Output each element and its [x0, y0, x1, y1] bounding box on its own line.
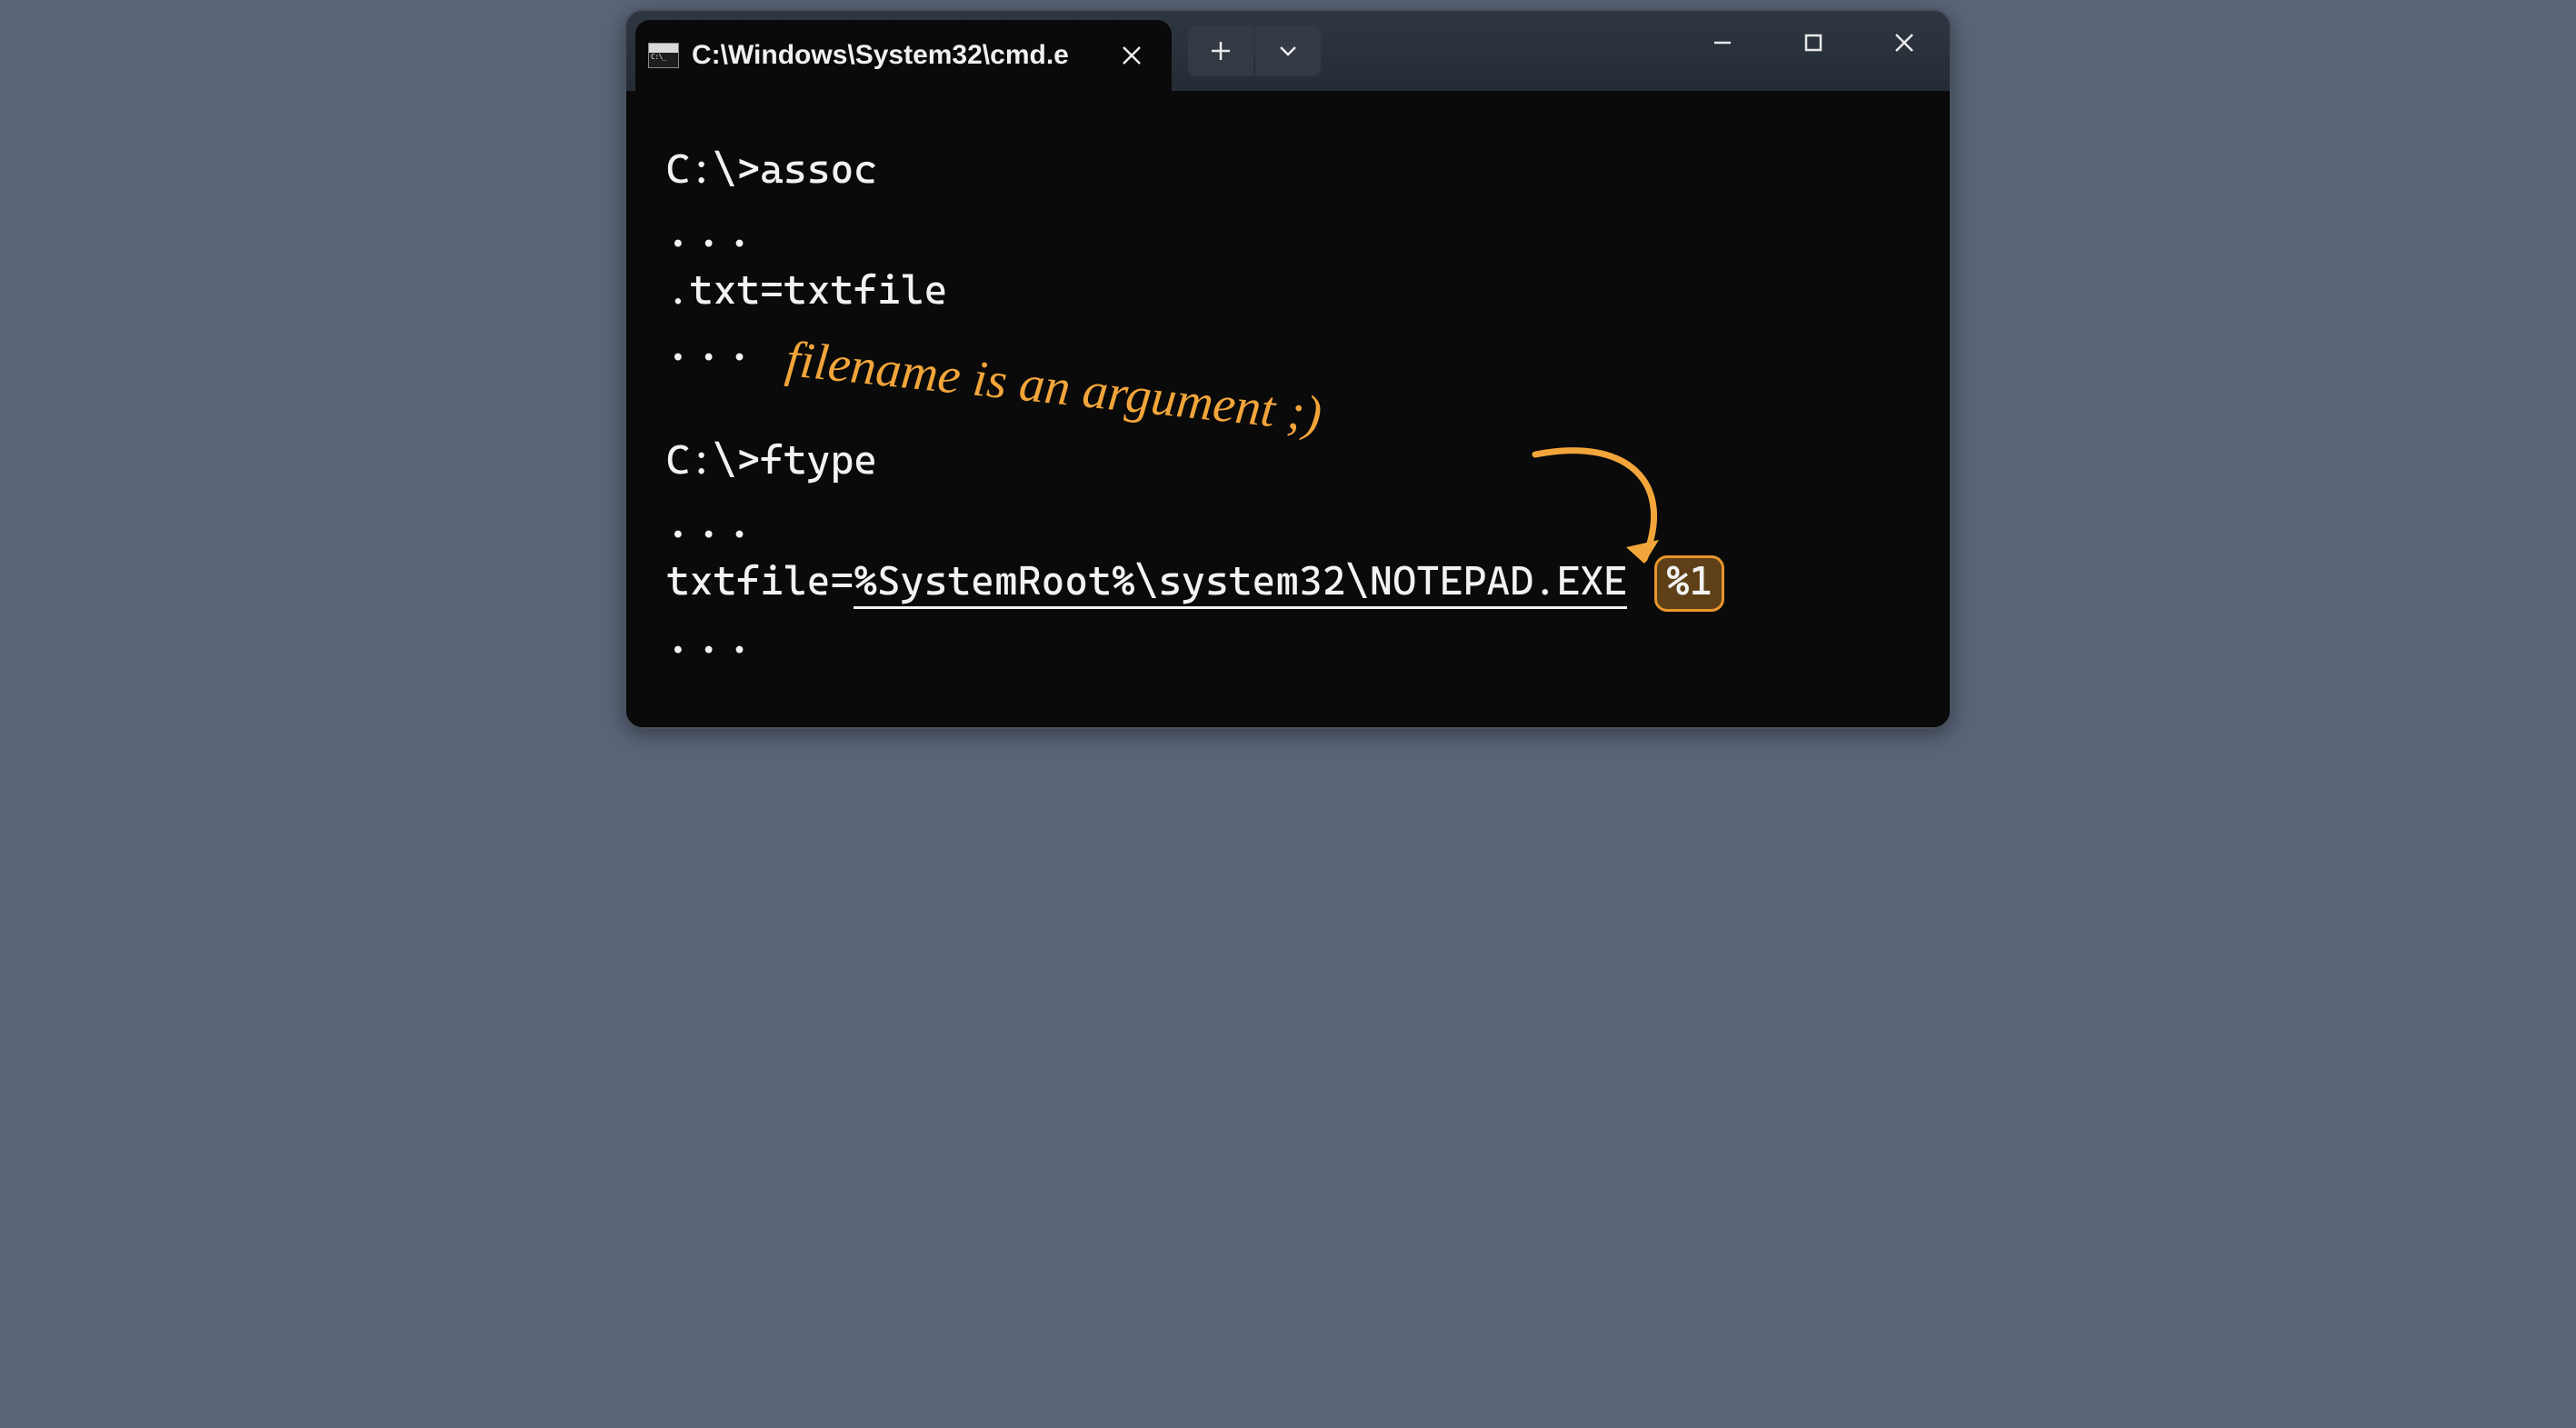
close-window-button[interactable]: [1859, 11, 1950, 75]
terminal-line: ...: [666, 612, 1913, 668]
minimize-button[interactable]: [1677, 11, 1768, 75]
close-icon: [1122, 45, 1142, 65]
active-tab[interactable]: C:\Windows\System32\cmd.e: [635, 20, 1172, 91]
tabs-dropdown-button[interactable]: [1255, 25, 1321, 76]
terminal-line: .txt=txtfile: [666, 263, 1913, 319]
cmd-icon: [648, 43, 679, 68]
prompt: C:\>: [666, 437, 760, 484]
prompt: C:\>: [666, 146, 760, 193]
minimize-icon: [1712, 33, 1732, 53]
terminal-line: txtfile=%SystemRoot%\system32\NOTEPAD.EX…: [666, 554, 1913, 612]
tabstrip-controls: [1188, 25, 1321, 76]
output-prefix: txtfile=: [666, 558, 854, 604]
terminal-line: ...: [666, 496, 1913, 553]
plus-icon: [1209, 39, 1233, 63]
command-text: assoc: [760, 146, 877, 193]
tab-title: C:\Windows\System32\cmd.e: [692, 40, 1069, 71]
terminal-window: C:\Windows\System32\cmd.e: [624, 9, 1952, 729]
highlighted-argument: %1: [1654, 555, 1725, 612]
terminal-body[interactable]: C:\>assoc ... .txt=txtfile ... C:\>ftype…: [626, 91, 1950, 727]
titlebar: C:\Windows\System32\cmd.e: [626, 11, 1950, 91]
output-path: %SystemRoot%\system32\NOTEPAD.EXE: [854, 558, 1627, 609]
close-icon: [1893, 32, 1915, 54]
terminal-line: ...: [666, 319, 1913, 375]
close-tab-button[interactable]: [1113, 37, 1150, 74]
maximize-icon: [1803, 33, 1823, 53]
terminal-line: C:\>ftype: [666, 433, 1913, 489]
window-controls: [1677, 11, 1950, 75]
new-tab-button[interactable]: [1188, 25, 1253, 76]
terminal-line: C:\>assoc: [666, 142, 1913, 198]
command-text: ftype: [760, 437, 877, 484]
maximize-button[interactable]: [1768, 11, 1859, 75]
terminal-line: ...: [666, 205, 1913, 262]
chevron-down-icon: [1276, 39, 1300, 63]
